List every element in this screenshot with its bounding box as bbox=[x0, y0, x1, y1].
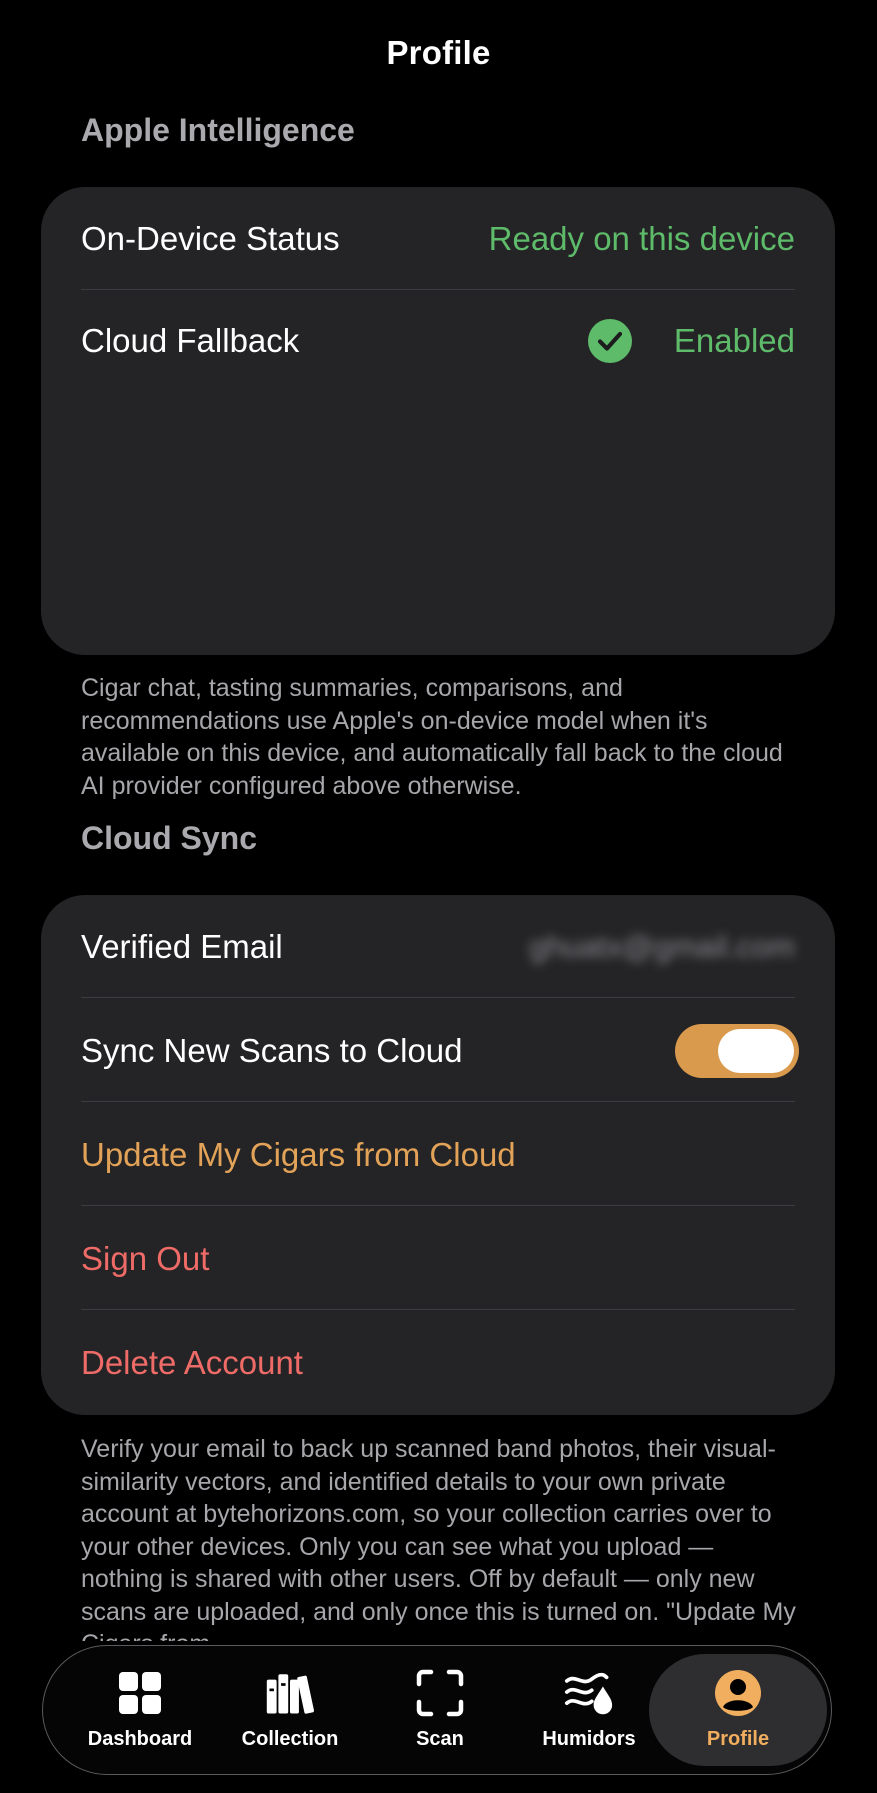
checkmark-circle-icon bbox=[587, 319, 632, 363]
update-cigars-button[interactable]: Update My Cigars from Cloud bbox=[81, 1127, 795, 1183]
cloud-fallback-row[interactable]: Cloud Fallback Enabled bbox=[81, 313, 795, 369]
sign-out-label: Sign Out bbox=[81, 1240, 210, 1277]
tab-dashboard[interactable]: Dashboard bbox=[65, 1646, 215, 1773]
on-device-status-label: On-Device Status bbox=[81, 220, 340, 257]
toggle-knob bbox=[718, 1029, 794, 1073]
cloud-sync-footnote: Verify your email to back up scanned ban… bbox=[81, 1435, 796, 1641]
tab-label: Humidors bbox=[542, 1728, 636, 1750]
tab-label: Dashboard bbox=[87, 1728, 193, 1750]
tab-label: Collection bbox=[241, 1728, 339, 1750]
sync-new-scans-toggle[interactable] bbox=[675, 1024, 799, 1078]
profile-icon bbox=[715, 1670, 761, 1716]
apple-intelligence-section-title: Apple Intelligence bbox=[81, 112, 355, 148]
tab-scan[interactable]: Scan bbox=[365, 1646, 515, 1773]
on-device-status-value: Ready on this device bbox=[488, 220, 795, 257]
cloud-fallback-label: Cloud Fallback bbox=[81, 322, 300, 359]
cloud-sync-card: Verified Email ghuatx@gmail.com Sync New… bbox=[41, 895, 835, 1415]
divider bbox=[81, 1309, 795, 1310]
divider bbox=[81, 1205, 795, 1206]
cloud-fallback-value: Enabled bbox=[673, 322, 795, 359]
on-device-status-row: On-Device Status Ready on this device bbox=[81, 211, 795, 267]
sync-new-scans-row: Sync New Scans to Cloud bbox=[81, 1023, 799, 1079]
verified-email-label: Verified Email bbox=[81, 928, 283, 965]
apple-intelligence-footnote: Cigar chat, tasting summaries, compariso… bbox=[81, 674, 783, 800]
apple-intelligence-card: On-Device Status Ready on this device Cl… bbox=[41, 187, 835, 655]
divider bbox=[81, 997, 795, 998]
delete-account-button[interactable]: Delete Account bbox=[81, 1335, 795, 1391]
cloud-fallback-status: Enabled bbox=[587, 319, 795, 363]
divider bbox=[81, 1101, 795, 1102]
tab-bar: Dashboard Collection Scan Humidors Profi… bbox=[42, 1645, 832, 1775]
sync-new-scans-label: Sync New Scans to Cloud bbox=[81, 1032, 463, 1069]
update-cigars-label: Update My Cigars from Cloud bbox=[81, 1136, 516, 1173]
verified-email-row: Verified Email ghuatx@gmail.com bbox=[81, 919, 795, 975]
tab-humidors[interactable]: Humidors bbox=[514, 1646, 664, 1773]
tab-label: Profile bbox=[706, 1728, 770, 1750]
scan-frame-icon bbox=[416, 1669, 464, 1717]
delete-account-label: Delete Account bbox=[81, 1344, 303, 1381]
dashboard-grid-icon bbox=[119, 1672, 161, 1714]
verified-email-value: ghuatx@gmail.com bbox=[529, 929, 795, 964]
tab-collection[interactable]: Collection bbox=[215, 1646, 365, 1773]
page-title: Profile bbox=[386, 34, 491, 71]
humidity-icon bbox=[564, 1672, 613, 1715]
cloud-sync-section-title: Cloud Sync bbox=[81, 820, 258, 856]
divider bbox=[81, 289, 795, 290]
books-icon bbox=[266, 1674, 314, 1714]
sign-out-button[interactable]: Sign Out bbox=[81, 1231, 795, 1287]
tab-profile[interactable]: Profile bbox=[663, 1646, 813, 1773]
tab-label: Scan bbox=[416, 1728, 464, 1750]
